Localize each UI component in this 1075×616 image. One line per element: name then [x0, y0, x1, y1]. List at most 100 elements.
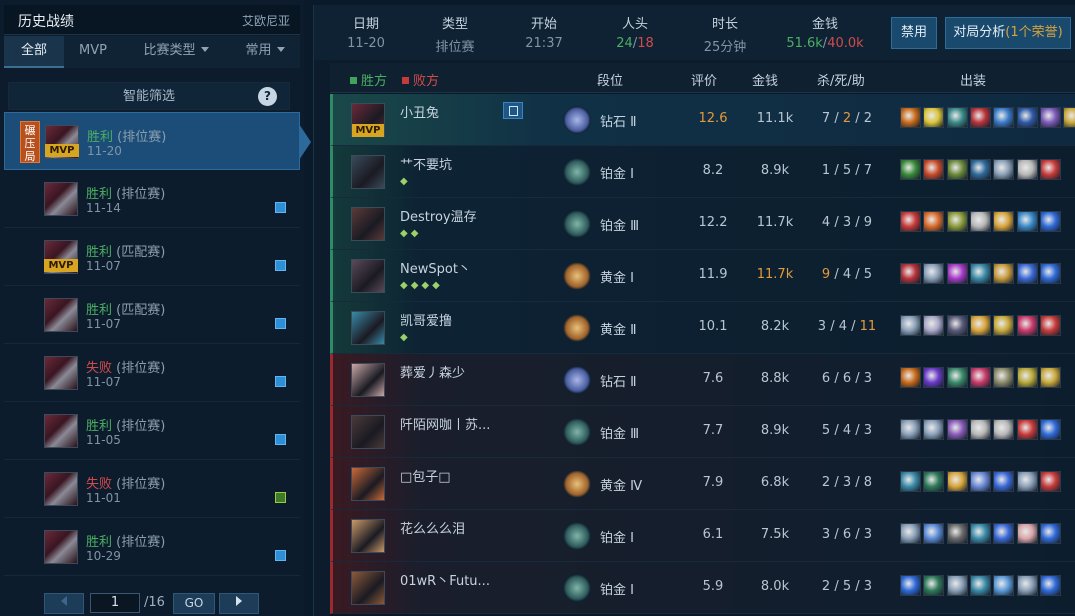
player-row[interactable]: 葬爱丿森少 钻石 Ⅱ 7.6 8.8k 6 / 6 / 3: [330, 354, 1075, 406]
player-row[interactable]: 花么么么泪 铂金 Ⅰ 6.1 7.5k 3 / 6 / 3: [330, 510, 1075, 562]
player-row[interactable]: 凯哥爱撸 ◆ 黄金 Ⅱ 10.1 8.2k 3 / 4 / 11: [330, 302, 1075, 354]
game-list-item[interactable]: 失败 (排位赛) 11-07: [4, 344, 300, 402]
screenshot-icon[interactable]: [275, 202, 286, 213]
player-name[interactable]: 小丑兔: [400, 102, 439, 121]
player-kda: 2 / 5 / 3: [811, 579, 883, 594]
tab-all[interactable]: 全部: [4, 36, 64, 68]
game-result: 胜利 (匹配赛): [86, 299, 165, 318]
champion-avatar: [351, 571, 385, 605]
game-list-item[interactable]: 碾压局 MVP 胜利 (排位赛) 11-20: [4, 112, 311, 170]
player-row[interactable]: □包子□ 黄金 Ⅳ 7.9 6.8k 2 / 3 / 8: [330, 458, 1075, 510]
match-analysis-button[interactable]: 对局分析(1个荣誉): [945, 17, 1071, 49]
screenshot-icon[interactable]: [275, 318, 286, 329]
player-kda: 2 / 3 / 8: [811, 475, 883, 490]
chevron-down-icon: [200, 47, 209, 52]
screenshot-icon[interactable]: [275, 376, 286, 387]
item-icon: [900, 211, 921, 232]
history-title: 历史战绩: [18, 14, 74, 30]
item-icon: [969, 315, 991, 336]
player-row[interactable]: MVP 小丑兔 钻石 Ⅱ 12.6 11.1k 7 / 2 / 2: [330, 94, 1075, 146]
honor-icon[interactable]: [275, 492, 286, 503]
smart-filter-button[interactable]: 智能筛选 ?: [8, 82, 290, 110]
item-icon: [969, 575, 991, 596]
player-row[interactable]: 艹不要坑 ◆ 铂金 Ⅰ 8.2 8.9k 1 / 5 / 7: [330, 146, 1075, 198]
assists: 2: [863, 111, 873, 126]
match-summary: 日期 11-20 类型 排位赛 开始 21:37 人头 24/18 时长 25分…: [314, 5, 1075, 60]
game-list: 碾压局 MVP 胜利 (排位赛) 11-20 胜利 (排位赛) 11-14 MVP 胜利 (匹…: [4, 112, 311, 590]
summary-start-label: 开始: [530, 17, 557, 32]
kda-sep: /: [830, 475, 843, 490]
ban-button[interactable]: 禁用: [891, 17, 937, 49]
item-icon: [969, 159, 991, 180]
game-list-item[interactable]: 胜利 (排位赛) 11-14: [4, 170, 300, 228]
player-row[interactable]: 01wR丶Futu... 铂金 Ⅰ 5.9 8.0k 2 / 5 / 3: [330, 562, 1075, 614]
screenshot-icon[interactable]: [275, 434, 286, 445]
item-build: [900, 523, 1064, 549]
honor-count: (1个荣誉): [1005, 25, 1063, 40]
game-list-item[interactable]: 胜利 (匹配赛) 11-07: [4, 286, 300, 344]
tab-match-type[interactable]: 比赛类型: [126, 36, 226, 68]
player-name[interactable]: 凯哥爱撸: [400, 310, 452, 329]
next-page-button[interactable]: [219, 593, 259, 614]
item-icon: [993, 159, 1015, 180]
screenshot-icon[interactable]: [275, 550, 286, 561]
page-input[interactable]: 1: [90, 593, 140, 613]
assists: 8: [863, 475, 873, 490]
deaths: 6: [842, 527, 852, 542]
tab-common[interactable]: 常用: [230, 36, 300, 68]
history-panel: 历史战绩 艾欧尼亚 全部 MVP 比赛类型 常用 智能筛选 ? 碾压局 MVP 胜利…: [0, 0, 311, 616]
tab-mvp[interactable]: MVP: [64, 36, 122, 68]
item-icon: [900, 575, 921, 596]
go-button[interactable]: GO: [173, 593, 215, 614]
kda-sep: /: [830, 423, 843, 438]
player-row[interactable]: NewSpot丶 ◆◆◆◆ 黄金 Ⅰ 11.9 11.7k 9 / 4 / 5: [330, 250, 1075, 302]
copy-icon[interactable]: [503, 102, 523, 119]
prev-page-button[interactable]: [44, 593, 84, 614]
item-icon: [946, 107, 968, 128]
deaths: 6: [842, 371, 852, 386]
item-icon: [993, 367, 1015, 388]
player-name[interactable]: 阡陌网咖丨苏...: [400, 414, 490, 433]
champion-avatar: [351, 519, 385, 553]
kills: 5: [821, 423, 831, 438]
rank-icon: [563, 522, 591, 550]
game-list-item[interactable]: 胜利 (排位赛) 11-05: [4, 402, 300, 460]
screenshot-icon[interactable]: [275, 260, 286, 271]
game-list-item[interactable]: MVP 胜利 (匹配赛) 11-07: [4, 228, 300, 286]
kda-sep: /: [851, 267, 864, 282]
player-gold: 8.9k: [760, 423, 790, 438]
game-mode: (排位赛): [116, 535, 166, 550]
player-row[interactable]: 阡陌网咖丨苏... 铂金 Ⅲ 7.7 8.9k 5 / 4 / 3: [330, 406, 1075, 458]
summary-gold: 金钱 51.6k/40.0k: [780, 13, 870, 51]
player-rank: 黄金 Ⅳ: [600, 479, 643, 494]
game-list-item[interactable]: 胜利 (排位赛) 10-29: [4, 518, 300, 576]
item-icon: [1016, 263, 1038, 284]
game-result-text: 胜利: [86, 303, 113, 318]
game-list-item[interactable]: 失败 (排位赛) 11-01: [4, 460, 300, 518]
assists: 11: [859, 319, 877, 334]
item-icon: [1039, 523, 1061, 544]
game-result: 胜利 (匹配赛): [86, 241, 165, 260]
item-icon: [969, 523, 991, 544]
player-name[interactable]: 01wR丶Futu...: [400, 570, 490, 589]
summary-date: 日期 11-20: [336, 13, 396, 51]
item-icon: [969, 471, 991, 492]
summary-duration: 时长 25分钟: [692, 13, 758, 55]
item-icon: [993, 263, 1015, 284]
summary-date-value: 11-20: [347, 36, 385, 51]
table-header: 胜方 败方 段位 评价 金钱 杀/死/助 出装: [330, 63, 1075, 93]
player-name[interactable]: Destroy温存: [400, 206, 477, 225]
player-name[interactable]: □包子□: [400, 466, 451, 485]
item-icon: [993, 471, 1015, 492]
player-name[interactable]: NewSpot丶: [400, 258, 471, 277]
player-name[interactable]: 花么么么泪: [400, 518, 465, 537]
item-icon: [969, 211, 991, 232]
item-icon: [1016, 523, 1038, 544]
player-name[interactable]: 艹不要坑: [400, 154, 452, 173]
help-icon[interactable]: ?: [258, 87, 277, 106]
player-row[interactable]: Destroy温存 ◆◆ 铂金 Ⅲ 12.2 11.7k 4 / 3 / 9: [330, 198, 1075, 250]
kills: 9: [821, 267, 831, 282]
mvp-badge: MVP: [45, 144, 79, 157]
player-name[interactable]: 葬爱丿森少: [400, 362, 465, 381]
server-name[interactable]: 艾欧尼亚: [242, 12, 290, 29]
